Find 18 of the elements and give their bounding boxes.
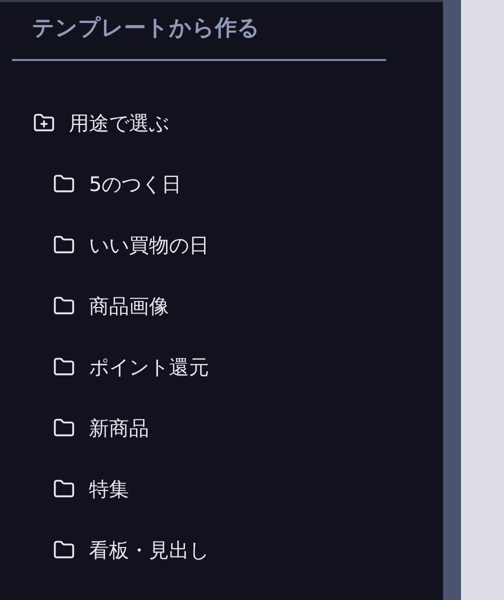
folder-icon [53,234,75,256]
folder-icon [53,172,75,194]
tree-item[interactable]: 新商品 [53,412,149,442]
folder-icon [53,538,75,560]
folder-icon [53,294,75,316]
tree-item[interactable]: いい買物の日 [53,230,209,260]
tree-item[interactable]: 商品画像 [53,290,169,320]
tree-item[interactable]: 5のつく日 [53,168,182,198]
tree-item[interactable]: 用途で選ぶ [33,108,169,138]
folder-icon [53,478,75,500]
tree-item[interactable]: 特集 [53,474,129,504]
sidebar-title: テンプレートから作る [32,16,260,41]
tree-item[interactable]: ポイント還元 [53,352,209,382]
folder-icon [53,416,75,438]
tree-item[interactable]: 看板・見出し [53,534,209,564]
folder-plus-icon [33,112,55,134]
scrollbar[interactable] [443,0,461,600]
folder-icon [53,356,75,378]
